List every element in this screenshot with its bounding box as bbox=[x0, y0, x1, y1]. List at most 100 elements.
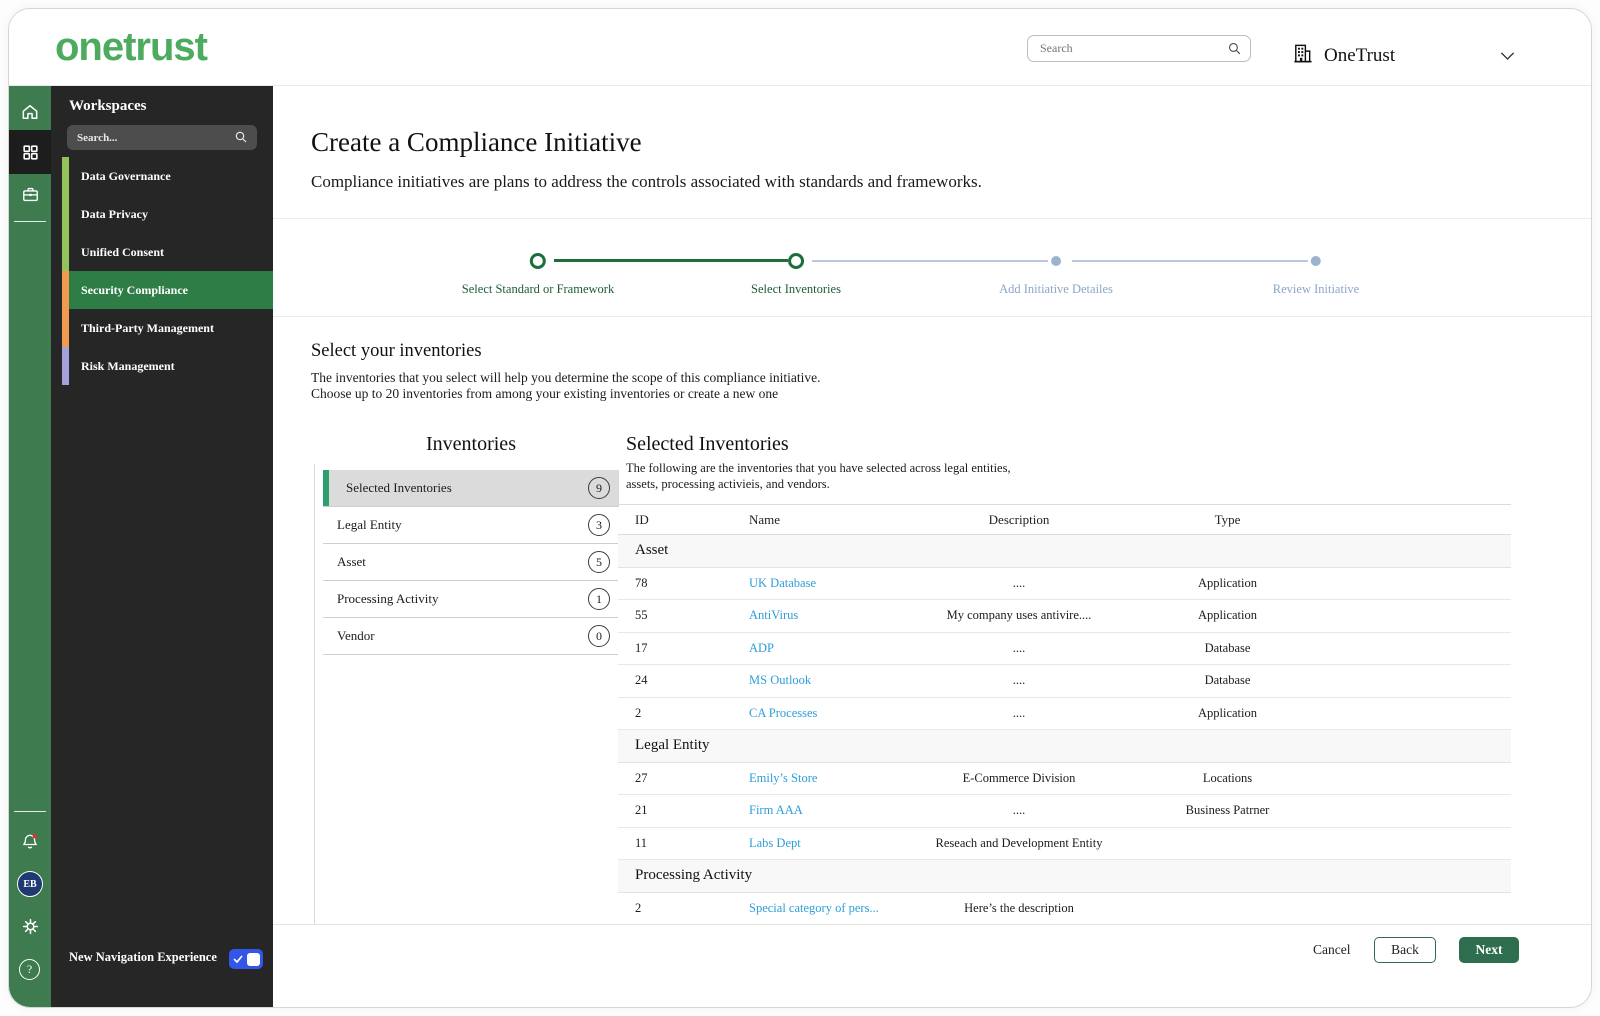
inventory-link[interactable]: ADP bbox=[749, 641, 774, 655]
step-select-inventories[interactable]: Select Inventories bbox=[751, 253, 841, 297]
column-header-description: Description bbox=[988, 511, 1050, 527]
onetrust-logo[interactable]: onetrust bbox=[55, 25, 208, 70]
list-item-asset[interactable]: Asset 5 bbox=[323, 544, 619, 581]
new-navigation-toggle[interactable] bbox=[229, 949, 263, 969]
inventory-link[interactable]: AntiVirus bbox=[749, 608, 798, 622]
workspace-color-bar bbox=[62, 309, 69, 347]
section-description: The inventories that you select will hel… bbox=[311, 370, 821, 401]
list-item-selected-inventories[interactable]: Selected Inventories 9 bbox=[323, 470, 619, 507]
inventories-title: Inventories bbox=[426, 433, 516, 455]
workspace-list: Data Governance Data Privacy Unified Con… bbox=[51, 157, 273, 385]
global-search-input[interactable] bbox=[1028, 36, 1218, 61]
count-badge: 0 bbox=[588, 625, 610, 647]
divider bbox=[273, 316, 1591, 317]
back-button[interactable]: Back bbox=[1374, 937, 1436, 963]
cancel-button[interactable]: Cancel bbox=[1305, 937, 1358, 963]
table-row: 2 Special category of pers... Here’s the… bbox=[618, 892, 1511, 925]
rail-divider-bottom bbox=[14, 811, 46, 812]
table-row: 2 CA Processes .... OneTrust Application bbox=[618, 697, 1511, 730]
workspaces-grid-icon[interactable] bbox=[9, 130, 51, 174]
table-row: 21 Firm AAA .... OneTrust Business Patrn… bbox=[618, 795, 1511, 828]
sidebar-item-security-compliance[interactable]: Security Compliance bbox=[51, 271, 273, 309]
notifications-bell-icon[interactable] bbox=[9, 822, 51, 862]
list-item-vendor[interactable]: Vendor 0 bbox=[323, 618, 619, 655]
divider bbox=[273, 218, 1591, 219]
selected-inventories-heading: Selected Inventories bbox=[626, 433, 789, 455]
search-icon bbox=[233, 129, 249, 150]
settings-gear-icon[interactable] bbox=[9, 906, 51, 946]
inventory-table: ID Name Description Managing Organizatio… bbox=[618, 504, 1511, 925]
workspace-color-bar bbox=[62, 271, 69, 309]
workspaces-title: Workspaces bbox=[69, 98, 147, 114]
inventory-link[interactable]: Firm AAA bbox=[749, 803, 803, 817]
step-add-initiative-details[interactable]: Add Initiative Detailes bbox=[999, 253, 1113, 297]
page-subtitle: Compliance initiatives are plans to addr… bbox=[311, 172, 982, 191]
page-title: Create a Compliance Initiative bbox=[311, 127, 642, 157]
workspace-color-bar bbox=[62, 195, 69, 233]
step-node-dot bbox=[1050, 256, 1061, 266]
table-row: 27 Emily’s Store E-Commerce Division One… bbox=[618, 762, 1511, 795]
org-selector[interactable]: OneTrust bbox=[1291, 42, 1395, 70]
group-header-asset: Asset bbox=[618, 535, 1511, 568]
selected-indicator-bar bbox=[323, 470, 329, 506]
step-node-ring bbox=[529, 253, 546, 269]
count-badge: 5 bbox=[588, 551, 610, 573]
workspaces-panel: Workspaces Data Governance Data Privacy … bbox=[51, 86, 273, 1007]
inventory-link[interactable]: Special category of pers... bbox=[749, 901, 879, 915]
section-heading: Select your inventories bbox=[311, 341, 482, 361]
table-row: 11 Labs Dept Reseach and Development Ent… bbox=[618, 827, 1511, 860]
sidebar-item-unified-consent[interactable]: Unified Consent bbox=[51, 233, 273, 271]
table-row: 55 AntiVirus My company uses antivire...… bbox=[618, 600, 1511, 633]
toggle-knob bbox=[247, 952, 260, 966]
nav-rail: EB ? bbox=[9, 86, 51, 1007]
app-window: onetrust OneTrust bbox=[8, 8, 1592, 1008]
inventory-link[interactable]: Emily’s Store bbox=[749, 771, 817, 785]
table-row: 24 MS Outlook .... OneTrust Database bbox=[618, 665, 1511, 698]
rail-divider bbox=[14, 221, 46, 222]
inventory-link[interactable]: MS Outlook bbox=[749, 673, 811, 687]
step-node-dot bbox=[1311, 256, 1321, 266]
list-item-processing-activity[interactable]: Processing Activity 1 bbox=[323, 581, 619, 618]
inventories-list: Selected Inventories 9 Legal Entity 3 As… bbox=[323, 470, 619, 655]
step-review-initiative[interactable]: Review Initiative bbox=[1273, 253, 1359, 297]
briefcase-icon[interactable] bbox=[9, 174, 51, 214]
sidebar-item-data-governance[interactable]: Data Governance bbox=[51, 157, 273, 195]
table-row: 17 ADP .... OneTrust Database bbox=[618, 632, 1511, 665]
sidebar-item-third-party-management[interactable]: Third-Party Management bbox=[51, 309, 273, 347]
scrollbar-track[interactable] bbox=[314, 464, 315, 924]
inventory-link[interactable]: UK Database bbox=[749, 576, 816, 590]
step-node-ring bbox=[788, 253, 804, 269]
inventory-link[interactable]: Labs Dept bbox=[749, 836, 801, 850]
selected-inventories-description: The following are the inventories that y… bbox=[626, 461, 1011, 491]
count-badge: 3 bbox=[588, 514, 610, 536]
workspace-color-bar bbox=[62, 233, 69, 271]
step-select-standard-or-framework[interactable]: Select Standard or Framework bbox=[462, 253, 614, 297]
building-icon bbox=[1291, 42, 1314, 70]
check-icon bbox=[233, 955, 243, 964]
global-search[interactable] bbox=[1027, 35, 1251, 62]
table-header-row: ID Name Description Managing Organizatio… bbox=[618, 504, 1511, 535]
user-avatar[interactable]: EB bbox=[17, 871, 43, 897]
top-header: onetrust OneTrust bbox=[9, 9, 1591, 86]
column-header-name: Name bbox=[749, 511, 781, 527]
help-icon[interactable]: ? bbox=[19, 959, 40, 980]
sidebar-item-data-privacy[interactable]: Data Privacy bbox=[51, 195, 273, 233]
sidebar-item-risk-management[interactable]: Risk Management bbox=[51, 347, 273, 385]
list-item-legal-entity[interactable]: Legal Entity 3 bbox=[323, 507, 619, 544]
next-button[interactable]: Next bbox=[1459, 937, 1519, 963]
search-icon bbox=[1226, 40, 1243, 62]
workspaces-search[interactable] bbox=[67, 125, 257, 150]
inventory-link[interactable]: CA Processes bbox=[749, 706, 817, 720]
group-header-legal-entity: Legal Entity bbox=[618, 730, 1511, 763]
new-navigation-experience-label: New Navigation Experience bbox=[69, 950, 217, 964]
org-name: OneTrust bbox=[1324, 45, 1396, 66]
count-badge: 1 bbox=[588, 588, 610, 610]
workspace-color-bar bbox=[62, 157, 69, 195]
table-row: 78 UK Database .... OneTrust Application bbox=[618, 567, 1511, 600]
group-header-processing-activity: Processing Activity bbox=[618, 860, 1511, 893]
count-badge: 9 bbox=[588, 477, 610, 499]
chevron-down-icon[interactable] bbox=[1497, 45, 1518, 71]
column-header-id: ID bbox=[635, 511, 649, 527]
workspaces-search-input[interactable] bbox=[67, 125, 227, 150]
home-icon[interactable] bbox=[9, 92, 51, 132]
